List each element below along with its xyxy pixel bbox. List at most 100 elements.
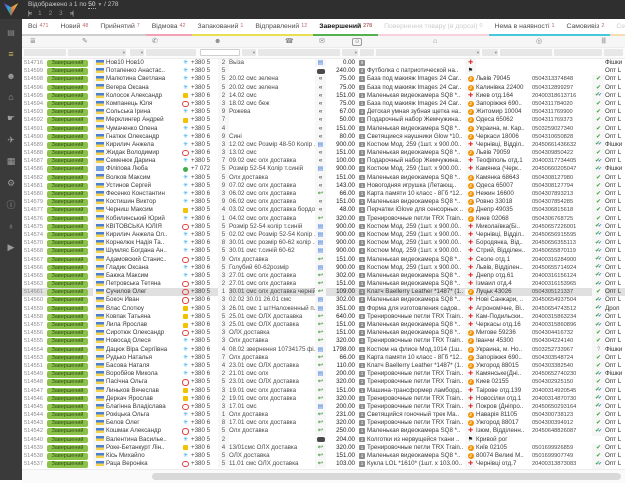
- orders-icon[interactable]: ≡: [0, 44, 22, 66]
- order-row[interactable]: 514596ЗавершенийВегера Оксана✳+380 5520.…: [22, 84, 625, 92]
- column-filter-select[interactable]: ▾: [130, 49, 144, 56]
- tab-4[interactable]: Запакований1: [192, 19, 250, 36]
- scrollbar-thumb[interactable]: [152, 473, 621, 480]
- order-row[interactable]: 514546ЗавершенийДеркач Ярослав+380 6219.…: [22, 395, 625, 403]
- order-row[interactable]: 514551ЗавершенийБасова Наталя✳+380 5423.…: [22, 362, 625, 370]
- order-row[interactable]: 514574ЗавершенийКирилич Анжела Ол..✳+380…: [22, 231, 625, 239]
- video-icon[interactable]: ▶: [0, 237, 22, 259]
- tab-1[interactable]: Новий48: [54, 19, 94, 36]
- window-icon[interactable]: ▤: [0, 22, 22, 44]
- integrations-icon[interactable]: ♁: [0, 216, 22, 238]
- phone-filter-input[interactable]: [200, 49, 240, 56]
- order-row[interactable]: 514537ЗавершенийРаца Вероніка+380 5511.0…: [22, 460, 625, 468]
- order-row[interactable]: 514566ЗавершенийГладик Оксана✳+380 65Гол…: [22, 264, 625, 272]
- order-row[interactable]: 514588ЗавершенийЖидак Володимир+380 6313…: [22, 149, 625, 157]
- order-row[interactable]: 514579ЗавершенийКостишин Виктор✳+380 590…: [22, 198, 625, 206]
- order-row[interactable]: 514595ЗавершенийКолосок Александр+380 62…: [22, 92, 625, 100]
- column-filter-select[interactable]: ▾: [242, 49, 256, 56]
- order-row[interactable]: 514558ЗавершенийКовпак Татьяна+380 5525.…: [22, 313, 625, 321]
- order-row[interactable]: 514556ЗавершенийСиротюк Олександр+380 53…: [22, 329, 625, 337]
- column-filter-select[interactable]: ▾: [376, 49, 480, 56]
- order-row[interactable]: 514582ЗавершенийВолков Максим✳+380 55Олх…: [22, 174, 625, 182]
- tab-5[interactable]: Відправлений12: [249, 19, 313, 36]
- page-3-button[interactable]: 3: [59, 10, 63, 17]
- last-page-button[interactable]: »|: [70, 10, 73, 17]
- order-row[interactable]: 514586ЗавершенийФіліпова Люба+7 0725Розм…: [22, 165, 625, 173]
- order-row[interactable]: 514568ЗавершенийШумляс Богдана Ан..✳+380…: [22, 247, 625, 255]
- order-row[interactable]: 514577ЗавершенийЧерниш Максим+380 5403.0…: [22, 206, 625, 214]
- clients-icon[interactable]: ☻: [0, 65, 22, 87]
- app-logo-icon[interactable]: [3, 2, 19, 17]
- order-row[interactable]: 514565ЗавершенийБаюка Максим✳+380 5327.0…: [22, 272, 625, 280]
- tab-9[interactable]: Самовивіз2: [560, 19, 610, 36]
- column-filter-select[interactable]: [146, 49, 196, 56]
- tab-8[interactable]: Нема в наявності1: [489, 19, 561, 36]
- order-row[interactable]: 514598ЗавершенийМалютина Светлана✳+380 5…: [22, 75, 625, 83]
- order-row[interactable]: 514559ЗавершенийВлас Слотюу+380 5326.01 …: [22, 305, 625, 313]
- column-filter-select[interactable]: ▾: [482, 49, 498, 56]
- order-row[interactable]: 514587ЗавершенийСеменюк Дарина✳+380 5709…: [22, 157, 625, 165]
- column-filter-select[interactable]: [604, 49, 623, 56]
- payments-icon[interactable]: ☛: [0, 108, 22, 130]
- order-row[interactable]: 514589ЗавершенийКирилич Анжела✳+380 5312…: [22, 141, 625, 149]
- column-filter-select[interactable]: [500, 49, 552, 56]
- order-row[interactable]: 514544ЗавершенийРокіцька Ольга✳+380 51Ол…: [22, 411, 625, 419]
- tab-7[interactable]: Повернення товару (в дорозі)0: [378, 19, 488, 36]
- order-row[interactable]: 514555ЗавершенийНовосад Олеся✳+380 53Олх…: [22, 337, 625, 345]
- order-amount: 103.00: [326, 460, 357, 468]
- order-row[interactable]: 514576ЗавершенийКобилинський Юрий✳+380 6…: [22, 215, 625, 223]
- order-row[interactable]: 514592ЗавершенийМерклингер Андрей+380 57…: [22, 116, 625, 124]
- order-row[interactable]: 514570ЗавершенийКорнелюк Надія Та..✳+380…: [22, 239, 625, 247]
- order-row[interactable]: 514594ЗавершенийКомпанець Юля+380 5318.0…: [22, 100, 625, 108]
- page-size-dropdown[interactable]: 50: [88, 1, 95, 9]
- order-row[interactable]: 514548ЗавершенийПасічна Ольга+380 5523.0…: [22, 378, 625, 386]
- tab-3[interactable]: Відмова42: [146, 19, 192, 36]
- order-row[interactable]: 514542ЗавершенийКошмак Александр+380 55О…: [22, 427, 625, 435]
- order-row[interactable]: 514599ЗавершенийПотапенко Анастас..✳+380…: [22, 67, 625, 75]
- info-icon[interactable]: ⓘ: [0, 194, 22, 216]
- order-row[interactable]: 514543ЗавершенийБелов Олег✳+380 6817.01 …: [22, 419, 625, 427]
- column-filter-select[interactable]: [258, 49, 340, 56]
- order-row[interactable]: 514539ЗавершенийРоке-Бетанкурт Лін..+380…: [22, 444, 625, 452]
- country-cell: [93, 247, 106, 255]
- send-icon[interactable]: ✈: [0, 130, 22, 152]
- page-1-button[interactable]: 1: [38, 10, 42, 17]
- calls-count: 9: [218, 133, 229, 141]
- order-row[interactable]: 514561ЗавершенийСучилов Олег+380 5130.01…: [22, 288, 625, 296]
- stats-icon[interactable]: ▦: [0, 151, 22, 173]
- order-row[interactable]: 514591ЗавершенийЧумаченко Олена✳+380 54«…: [22, 125, 625, 133]
- settings-icon[interactable]: ⚙: [0, 173, 22, 195]
- horizontal-scrollbar[interactable]: [22, 469, 625, 483]
- order-row[interactable]: 514553ЗавершенийРудько Наталья✳+380 57Ол…: [22, 354, 625, 362]
- order-row[interactable]: 514593ЗавершенийСольська Ірина✳+380 59Ро…: [22, 108, 625, 116]
- column-filter-select[interactable]: [554, 49, 602, 56]
- order-row[interactable]: 514549ЗавершенийВоробйов Микола✳+380 622…: [22, 370, 625, 378]
- order-row[interactable]: 514567ЗавершенийАдамовский Станис..+380 …: [22, 256, 625, 264]
- order-row[interactable]: 514590ЗавершенийГнатюк Олександр✳+380 69…: [22, 133, 625, 141]
- order-row[interactable]: 514716ЗавершенийНов10 Нов10✳+380 52Вьіза…: [22, 59, 625, 67]
- order-row[interactable]: 514547ЗавершенийЛиньков Вячеслав+380 531…: [22, 387, 625, 395]
- order-row[interactable]: 514538ЗавершенийКісь Михайло✳+380 55ОЛХ …: [22, 452, 625, 460]
- order-row[interactable]: 514575ЗавершенийКВІТОВСЬКА ЮЛІЯ+380 55Ро…: [22, 223, 625, 231]
- order-row[interactable]: 514557ЗавершенийЛила Ярослав+380 6325.01…: [22, 321, 625, 329]
- page-2-button[interactable]: 2: [49, 10, 53, 17]
- column-filter-select[interactable]: ▾: [68, 49, 126, 56]
- product-name: Перчатки iGlove для сенсорных ..: [367, 206, 465, 214]
- order-row[interactable]: 514545ЗавершенийБлагінна Владіслава+380 …: [22, 403, 625, 411]
- column-filter-select[interactable]: [360, 49, 374, 56]
- order-row[interactable]: 514581ЗавершенийУстинов Сергей✳+380 5907…: [22, 182, 625, 190]
- column-filter-select[interactable]: [24, 49, 66, 56]
- order-row[interactable]: 514540ЗавершенийВалентина Василье..✳+380…: [22, 436, 625, 444]
- order-row[interactable]: 514563ЗавершенийПетровська Тетяна+380 52…: [22, 280, 625, 288]
- order-row[interactable]: 514554ЗавершенийДацюк Віра Сергіївна✳+38…: [22, 346, 625, 354]
- order-row[interactable]: 514580ЗавершенийФесенко Константин✳+380 …: [22, 190, 625, 198]
- bank-icon[interactable]: ⌂: [0, 87, 22, 109]
- tab-0[interactable]: Всі471: [22, 19, 54, 36]
- tab-zavershenyi-active[interactable]: Завершений278: [313, 19, 378, 36]
- order-row[interactable]: 514560ЗавершенийБокоч Иван+380 6302.02 3…: [22, 296, 625, 304]
- first-page-button[interactable]: |«: [28, 10, 31, 17]
- tab-2[interactable]: Прийнятий7: [94, 19, 145, 36]
- price-type-tag: Опт L: [605, 116, 625, 124]
- column-filter-select[interactable]: ▾: [342, 49, 358, 56]
- tab-10[interactable]: Сервіси0: [610, 19, 625, 36]
